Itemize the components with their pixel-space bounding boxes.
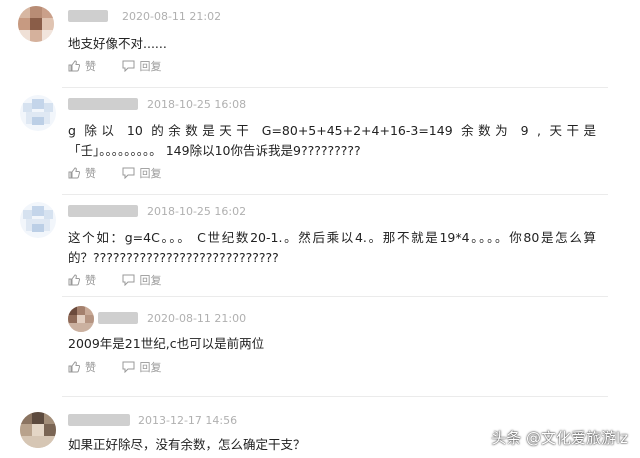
reply-time: 2020-08-11 21:00 bbox=[147, 312, 247, 325]
reply-label: 回复 bbox=[139, 274, 162, 287]
comment-actions: 赞 回复 bbox=[68, 165, 184, 181]
reply-button[interactable]: 回复 bbox=[122, 272, 162, 288]
comment-icon bbox=[122, 60, 134, 72]
comment-time: 2020-08-11 21:02 bbox=[122, 10, 222, 23]
thumbs-up-icon bbox=[68, 60, 80, 72]
reply-actions: 赞 回复 bbox=[68, 359, 184, 375]
reply-text: 2009年是21世纪,c也可以是前两位 bbox=[68, 336, 265, 351]
comment-icon bbox=[122, 167, 134, 179]
reply-button[interactable]: 回复 bbox=[122, 165, 162, 181]
like-button[interactable]: 赞 bbox=[68, 165, 96, 181]
comment-icon bbox=[122, 274, 134, 286]
like-label: 赞 bbox=[85, 361, 96, 374]
like-label: 赞 bbox=[85, 274, 96, 287]
comment-time: 2018-10-25 16:02 bbox=[147, 205, 247, 218]
comment-text: 地支好像不对...... bbox=[68, 36, 167, 51]
like-button[interactable]: 赞 bbox=[68, 272, 96, 288]
avatar[interactable] bbox=[20, 412, 56, 448]
reply-button[interactable]: 回复 bbox=[122, 359, 162, 375]
comment-time: 2018-10-25 16:08 bbox=[147, 98, 247, 111]
avatar[interactable] bbox=[20, 95, 56, 131]
reply-username-blurred[interactable] bbox=[98, 312, 138, 324]
comment-actions: 赞 回复 bbox=[68, 272, 184, 288]
reply-button[interactable]: 回复 bbox=[122, 58, 162, 74]
reply-label: 回复 bbox=[139, 167, 162, 180]
comment-text: 如果正好除尽，没有余数，怎么确定干支？ bbox=[68, 437, 306, 452]
watermark: 头条 @文化爱旅游lz bbox=[491, 429, 628, 447]
comment-text-line-2: 「壬」。。。。。。。。。 149除以10你告诉我是9????????? bbox=[68, 143, 361, 158]
like-label: 赞 bbox=[85, 167, 96, 180]
thumbs-up-icon bbox=[68, 274, 80, 286]
divider bbox=[62, 87, 608, 88]
like-label: 赞 bbox=[85, 60, 96, 73]
like-button[interactable]: 赞 bbox=[68, 359, 96, 375]
avatar[interactable] bbox=[20, 202, 56, 238]
reply-label: 回复 bbox=[139, 60, 162, 73]
comment-text-line-1: 这个如：g=4C。。。 C世纪数20-1.。然后乘以4.。那不就是19*4。。。… bbox=[68, 230, 596, 245]
comment-actions: 赞 回复 bbox=[68, 58, 184, 74]
comment-text-line-2: 的？???????????????????????????? bbox=[68, 250, 279, 265]
username-blurred[interactable] bbox=[68, 205, 138, 217]
reply-avatar[interactable] bbox=[68, 306, 94, 332]
reply-label: 回复 bbox=[139, 361, 162, 374]
comment-icon bbox=[122, 361, 134, 373]
divider bbox=[62, 396, 608, 397]
username-blurred[interactable] bbox=[68, 414, 130, 426]
reply-divider bbox=[62, 296, 608, 297]
comment-text-line-1: g 除以 10 的余数是天干 G=80+5+45+2+4+16-3=149 余数… bbox=[68, 123, 596, 138]
comment-time: 2013-12-17 14:56 bbox=[138, 414, 238, 427]
thumbs-up-icon bbox=[68, 361, 80, 373]
username-blurred[interactable] bbox=[68, 10, 108, 22]
thumbs-up-icon bbox=[68, 167, 80, 179]
divider bbox=[62, 194, 608, 195]
username-blurred[interactable] bbox=[68, 98, 138, 110]
avatar[interactable] bbox=[18, 6, 54, 42]
like-button[interactable]: 赞 bbox=[68, 58, 96, 74]
